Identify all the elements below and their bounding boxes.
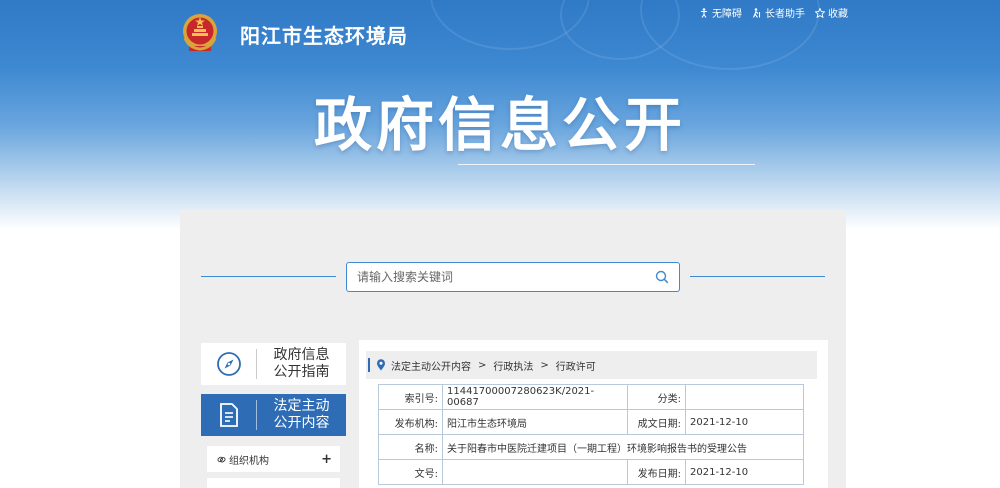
table-row: 名称: 关于阳春市中医院迁建项目（一期工程）环境影响报告书的受理公告 [378, 434, 804, 460]
sidebar-item-disclosure-guide[interactable]: 政府信息 公开指南 [201, 343, 346, 385]
star-icon [815, 7, 825, 18]
document-number-label: 文号: [378, 459, 443, 485]
breadcrumb-item[interactable]: 行政执法 [493, 358, 533, 373]
header-tools: 无障碍 长者助手 收藏 [699, 5, 848, 20]
table-row: 文号: 发布日期: 2021-12-10 [378, 459, 804, 485]
breadcrumb-accent-bar [368, 358, 370, 372]
link-icon [217, 456, 226, 462]
document-icon [219, 403, 238, 427]
search-input[interactable] [357, 270, 655, 284]
breadcrumb-item[interactable]: 法定主动公开内容 [391, 358, 471, 373]
category-value [685, 384, 804, 410]
breadcrumb-item[interactable]: 行政许可 [556, 358, 596, 373]
favorite-label: 收藏 [828, 9, 848, 20]
breadcrumb-separator: > [540, 359, 549, 371]
search-decor-line-right [690, 276, 825, 277]
table-row: 发布机构: 阳江市生态环境局 成文日期: 2021-12-10 [378, 409, 804, 435]
category-label: 分类: [627, 384, 686, 410]
accessibility-button[interactable]: 无障碍 [699, 5, 742, 20]
site-name[interactable]: 阳江市生态环境局 [240, 20, 408, 49]
accessibility-label: 无障碍 [712, 9, 742, 20]
sidebar-item-label: 政府信息 公开指南 [273, 347, 330, 380]
national-emblem-logo [181, 12, 219, 54]
elderly-assistant-button[interactable]: 长者助手 [752, 5, 805, 20]
search-bar [346, 262, 680, 292]
document-number-value [442, 459, 628, 485]
table-row: 索引号: 11441700007280623K/2021-00687 分类: [378, 384, 804, 410]
sidebar-subitem-next[interactable] [207, 478, 340, 488]
breadcrumb: 法定主动公开内容 > 行政执法 > 行政许可 [366, 351, 817, 379]
breadcrumb-separator: > [478, 359, 487, 371]
index-number-value: 11441700007280623K/2021-00687 [442, 384, 628, 410]
search-icon[interactable] [655, 270, 669, 284]
title-label: 名称: [378, 434, 443, 460]
location-pin-icon [377, 359, 385, 371]
title-divider [458, 164, 755, 165]
publish-date-label: 发布日期: [627, 459, 686, 485]
publisher-label: 发布机构: [378, 409, 443, 435]
subitem-label: 组织机构 [229, 455, 269, 467]
written-date-label: 成文日期: [627, 409, 686, 435]
compass-icon [216, 352, 241, 376]
banner-title: 政府信息公开 [313, 91, 686, 159]
favorite-button[interactable]: 收藏 [815, 5, 848, 20]
index-number-label: 索引号: [378, 384, 443, 410]
expand-plus-icon[interactable]: + [321, 452, 332, 467]
written-date-value: 2021-12-10 [685, 409, 804, 435]
publish-date-value: 2021-12-10 [685, 459, 804, 485]
accessibility-icon [701, 7, 707, 18]
title-value: 关于阳春市中医院迁建项目（一期工程）环境影响报告书的受理公告 [442, 434, 804, 460]
elderly-assistant-label: 长者助手 [765, 9, 805, 20]
search-decor-line-left [201, 276, 336, 277]
document-info-table: 索引号: 11441700007280623K/2021-00687 分类: 发… [378, 384, 804, 485]
elderly-icon [752, 7, 761, 18]
sidebar-item-statutory-content[interactable]: 法定主动 公开内容 [201, 394, 346, 436]
publisher-value: 阳江市生态环境局 [442, 409, 628, 435]
sidebar-item-label: 法定主动 公开内容 [273, 398, 330, 431]
sidebar-subitem-organization[interactable]: 组织机构 + [207, 446, 340, 472]
